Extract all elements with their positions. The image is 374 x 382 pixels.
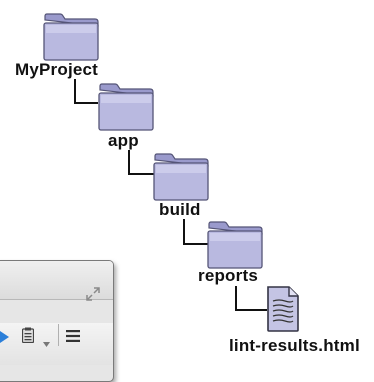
toolbar-divider	[58, 324, 59, 346]
file-icon[interactable]	[265, 285, 301, 333]
tree-connector	[235, 286, 267, 311]
file-label: lint-results.html	[229, 336, 360, 355]
folder-icon[interactable]	[97, 82, 155, 132]
tree-connector	[128, 150, 154, 175]
browser-toolbar	[0, 323, 113, 365]
clipboard-icon[interactable]	[21, 327, 35, 344]
folder-label: MyProject	[15, 60, 99, 79]
expand-icon[interactable]	[86, 287, 100, 301]
tree-connector	[74, 79, 98, 104]
browser-window	[0, 260, 114, 382]
folder-label: app	[108, 131, 139, 150]
folder-label: reports	[198, 266, 258, 285]
play-icon[interactable]	[0, 330, 10, 343]
folder-icon[interactable]	[152, 152, 210, 202]
menu-icon[interactable]	[66, 329, 80, 342]
folder-icon[interactable]	[206, 220, 264, 270]
folder-icon[interactable]	[42, 12, 100, 62]
tree-connector	[183, 219, 208, 245]
folder-label: build	[159, 200, 201, 219]
chevron-down-icon[interactable]	[43, 334, 50, 347]
